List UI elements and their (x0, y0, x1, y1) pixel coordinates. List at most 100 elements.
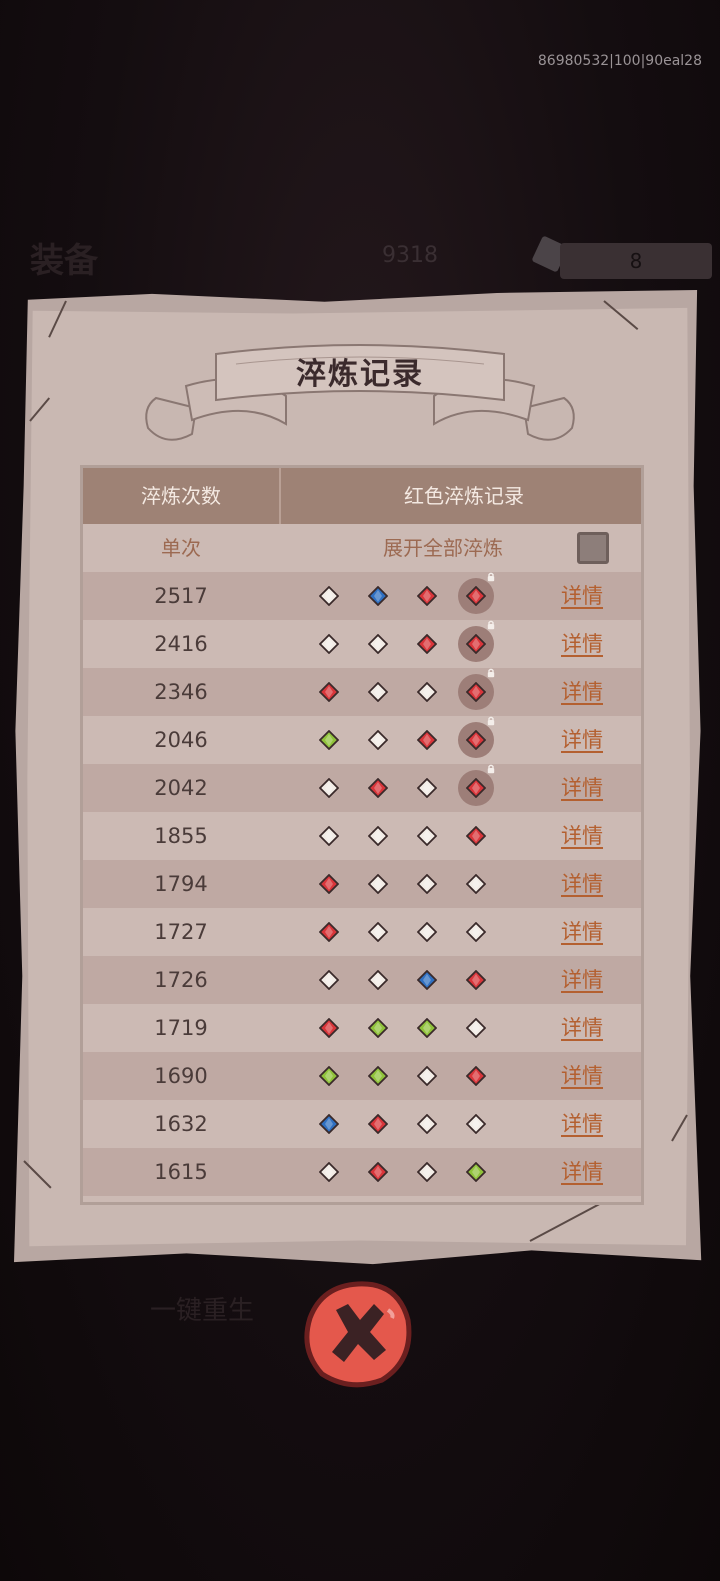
table-row: 2346 详情 (83, 668, 641, 716)
refine-count: 2046 (154, 728, 208, 752)
detail-link[interactable]: 详情 (561, 620, 603, 668)
gem-red-icon (466, 682, 486, 702)
gem-white-icon (417, 1114, 437, 1134)
gem-white-icon (319, 970, 339, 990)
table-row: 2042 详情 (83, 764, 641, 812)
gem-white-icon (466, 922, 486, 942)
dialog-title: 淬炼记录 (296, 357, 424, 392)
gem-green-icon (368, 1018, 388, 1038)
header-count: 淬炼次数 (141, 484, 221, 508)
gem-green-icon (319, 730, 339, 750)
gem-white-icon (417, 1162, 437, 1182)
refine-count: 1615 (154, 1160, 208, 1184)
mode-label: 单次 (161, 536, 201, 560)
gem-red-icon (466, 778, 486, 798)
detail-link[interactable]: 详情 (561, 1196, 603, 1202)
detail-link[interactable]: 详情 (561, 716, 603, 764)
gem-red-icon (368, 778, 388, 798)
background-slot-value: 8 (560, 243, 712, 279)
gem-red-icon (417, 586, 437, 606)
table-row: 1794 详情 (83, 860, 641, 908)
gem-white-icon (368, 970, 388, 990)
table-row: 详情 (83, 1196, 641, 1202)
gem-white-icon (368, 634, 388, 654)
debug-id-label: 86980532|100|90eal28 (537, 53, 702, 69)
gem-blue-icon (417, 970, 437, 990)
gem-red-icon (319, 1018, 339, 1038)
record-table[interactable]: 淬炼次数 红色淬炼记录 单次 展开全部淬炼 2517 详情 2416 详情 2346 详情… (80, 465, 644, 1205)
close-button[interactable] (302, 1280, 414, 1388)
lock-icon (487, 716, 495, 726)
gem-green-icon (368, 1066, 388, 1086)
gem-red-icon (319, 922, 339, 942)
table-header: 淬炼次数 红色淬炼记录 (83, 468, 641, 524)
gem-white-icon (319, 1162, 339, 1182)
refine-count: 2346 (154, 680, 208, 704)
table-subheader: 单次 展开全部淬炼 (83, 524, 641, 572)
refine-count: 2416 (154, 632, 208, 656)
refine-count: 1690 (154, 1064, 208, 1088)
detail-link[interactable]: 详情 (561, 764, 603, 812)
table-row: 1632 详情 (83, 1100, 641, 1148)
detail-link[interactable]: 详情 (561, 812, 603, 860)
refine-count: 1726 (154, 968, 208, 992)
gem-white-icon (319, 586, 339, 606)
detail-link[interactable]: 详情 (561, 1100, 603, 1148)
detail-link[interactable]: 详情 (561, 1004, 603, 1052)
detail-link[interactable]: 详情 (561, 572, 603, 620)
detail-link[interactable]: 详情 (561, 668, 603, 716)
gem-white-icon (466, 1114, 486, 1134)
lock-icon (487, 764, 495, 774)
table-row: 1615 详情 (83, 1148, 641, 1196)
gem-red-icon (368, 1114, 388, 1134)
gem-white-icon (417, 922, 437, 942)
detail-link[interactable]: 详情 (561, 1148, 603, 1196)
refine-count: 1719 (154, 1016, 208, 1040)
detail-link[interactable]: 详情 (561, 860, 603, 908)
expand-all-label: 展开全部淬炼 (383, 536, 503, 560)
refine-count: 2042 (154, 776, 208, 800)
gem-white-icon (368, 730, 388, 750)
gem-white-icon (368, 874, 388, 894)
refine-count: 1727 (154, 920, 208, 944)
background-rebirth-label: 一键重生 (150, 1296, 255, 1326)
table-row: 1719 详情 (83, 1004, 641, 1052)
gem-white-icon (417, 1066, 437, 1086)
expand-all-checkbox[interactable] (577, 532, 609, 564)
gem-white-icon (417, 778, 437, 798)
refine-count: 1794 (154, 872, 208, 896)
gem-red-icon (466, 586, 486, 606)
header-record: 红色淬炼记录 (404, 484, 524, 508)
gem-red-icon (466, 730, 486, 750)
gem-white-icon (368, 826, 388, 846)
refine-count: 2517 (154, 584, 208, 608)
refine-count: 1855 (154, 824, 208, 848)
refine-count (83, 1196, 279, 1202)
gem-white-icon (417, 874, 437, 894)
gem-blue-icon (319, 1114, 339, 1134)
lock-icon (487, 620, 495, 630)
background-title: 装备 (30, 241, 98, 281)
detail-link[interactable]: 详情 (561, 908, 603, 956)
gem-green-icon (466, 1162, 486, 1182)
gem-white-icon (319, 778, 339, 798)
gem-green-icon (417, 1018, 437, 1038)
gem-red-icon (466, 970, 486, 990)
table-row: 1726 详情 (83, 956, 641, 1004)
lock-icon (487, 572, 495, 582)
gem-white-icon (319, 826, 339, 846)
detail-link[interactable]: 详情 (561, 1052, 603, 1100)
gem-red-icon (368, 1162, 388, 1182)
background-power-value: 9318 (382, 243, 438, 268)
detail-link[interactable]: 详情 (561, 956, 603, 1004)
gem-white-icon (417, 682, 437, 702)
gem-red-icon (319, 682, 339, 702)
gem-white-icon (417, 826, 437, 846)
refine-count: 1632 (154, 1112, 208, 1136)
gem-green-icon (319, 1066, 339, 1086)
table-row: 1727 详情 (83, 908, 641, 956)
gem-red-icon (466, 1066, 486, 1086)
gem-blue-icon (368, 586, 388, 606)
gem-red-icon (319, 874, 339, 894)
lock-icon (487, 668, 495, 678)
